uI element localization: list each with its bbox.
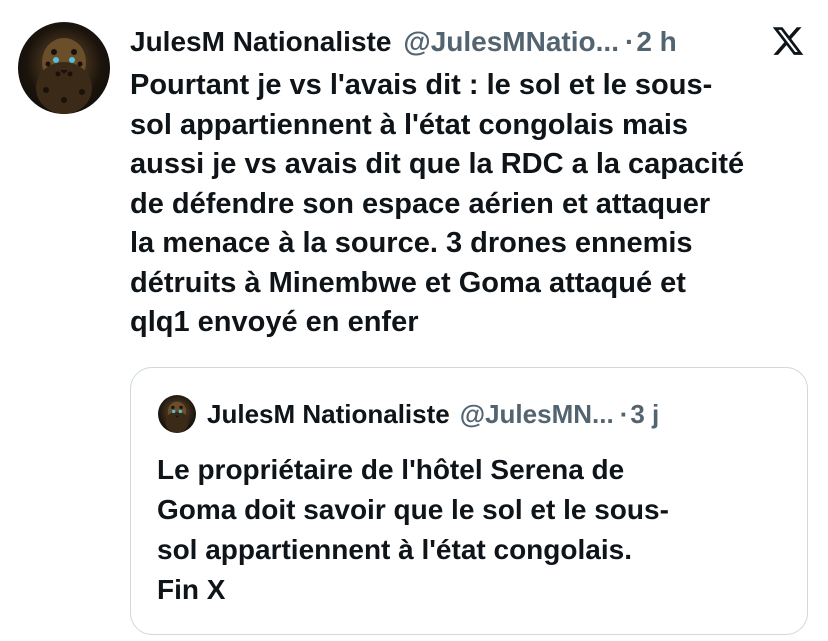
leopard-avatar-icon [36,38,92,114]
quoted-author-avatar[interactable] [158,395,196,433]
quoted-author-handle[interactable]: @JulesMN... [460,399,614,430]
author-display-name[interactable]: JulesM Nationaliste [130,26,391,58]
tweet-text: Pourtant je vs l'avais dit : le sol et l… [130,66,810,343]
quoted-tweet[interactable]: JulesM Nationaliste @JulesMN... · 3 j Le… [130,367,808,635]
separator-dot: · [624,26,635,57]
quoted-text-line: sol appartiennent à l'état congolais. [157,534,632,565]
x-logo-icon[interactable] [770,24,806,58]
quoted-text-line: Fin X [157,574,226,605]
quoted-tweet-timestamp[interactable]: 3 j [630,399,659,430]
tweet-text-line: sol appartiennent à l'état congolais mai… [130,108,689,141]
tweet-timestamp[interactable]: 2 h [636,26,676,58]
tweet-text-line: détruits à Minembwe et Goma attaqué et [130,266,686,299]
quoted-tweet-header: JulesM Nationaliste @JulesMN... · 3 j [207,396,659,432]
tweet-card[interactable]: JulesM Nationaliste @JulesMNatio... · 2 … [0,0,828,641]
author-avatar[interactable] [18,22,110,114]
quoted-text-line: Le propriétaire de l'hôtel Serena de [157,454,625,485]
tweet-text-line: qlq1 envoyé en enfer [130,306,419,338]
separator-dot: · [619,398,629,429]
leopard-avatar-icon [165,401,189,433]
tweet-text-line: de défendre son espace aérien et attaque… [130,187,711,220]
quoted-text-line: Goma doit savoir que le sol et le sous- [157,494,669,525]
tweet-text-line: aussi je vs avais dit que la RDC a la ca… [130,148,745,180]
tweet-header: JulesM Nationaliste @JulesMNatio... · 2 … [130,22,812,62]
tweet-text-line: la menace à la source. 3 drones ennemis [130,227,693,259]
tweet-text-line: Pourtant je vs l'avais dit : le sol et l… [130,69,713,101]
author-handle[interactable]: @JulesMNatio... [403,26,619,58]
quoted-tweet-text: Le propriétaire de l'hôtel Serena de Gom… [157,450,797,610]
quoted-author-display-name[interactable]: JulesM Nationaliste [207,399,450,430]
